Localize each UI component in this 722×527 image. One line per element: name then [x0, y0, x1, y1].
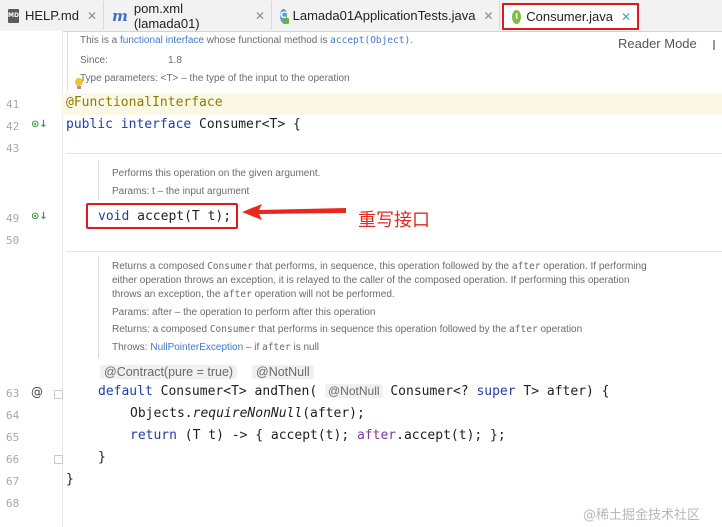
line-number: 68 — [6, 497, 20, 510]
lightbulb-icon[interactable] — [74, 77, 84, 91]
red-arrow-icon — [242, 204, 346, 220]
line-number: 41 — [6, 98, 20, 111]
tab-label: Consumer.java — [526, 9, 613, 24]
andthen-doc-line: Returns a composed Consumer that perform… — [112, 261, 647, 272]
reader-mode-button[interactable]: Reader Mode — [618, 36, 697, 51]
doc-separator — [66, 153, 722, 154]
andthen-doc-params: Params: after – the operation to perform… — [112, 307, 376, 318]
doc-link[interactable]: accept(Object) — [330, 35, 410, 46]
doc-link[interactable]: NullPointerException — [150, 342, 243, 353]
andthen-doc-throws: Throws: NullPointerException – if after … — [112, 342, 320, 353]
line-number: 42 — [6, 120, 20, 133]
tab-help-md[interactable]: MD HELP.md ✕ — [0, 1, 104, 30]
doc-separator — [66, 251, 722, 252]
tab-label: HELP.md — [24, 8, 79, 23]
notnull-inlay-hint[interactable]: @NotNull — [252, 365, 314, 379]
close-icon[interactable]: ✕ — [255, 9, 265, 23]
line-number: 50 — [6, 234, 20, 247]
line-number: 66 — [6, 453, 20, 466]
annotation-gutter-icon[interactable]: @ — [31, 385, 43, 399]
doc-since: Since: 1.8 — [80, 55, 182, 66]
line-number: 63 — [6, 387, 20, 400]
doc-border — [98, 160, 99, 200]
doc-link[interactable]: functional interface — [120, 35, 204, 46]
java-interface-icon: I — [512, 9, 522, 24]
line-number: 67 — [6, 475, 20, 488]
tab-consumer-java[interactable]: I Consumer.java ✕ — [502, 3, 639, 30]
line-number: 49 — [6, 212, 20, 225]
tab-label: pom.xml (lamada01) — [133, 0, 200, 31]
watermark: @稀土掘金技术社区 — [583, 508, 701, 523]
functional-interface-annotation: @FunctionalInterface — [66, 95, 223, 110]
interface-declaration: public interface Consumer<T> { — [66, 117, 301, 132]
tab-label: Lamada01ApplicationTests.java — [292, 8, 476, 23]
doc-description: This is a functional interface whose fun… — [80, 35, 414, 46]
notnull-inlay-hint[interactable]: @NotNull — [325, 384, 383, 398]
tab-application-tests[interactable]: C Lamada01ApplicationTests.java ✕ — [272, 1, 500, 30]
closing-brace: } — [98, 450, 106, 465]
return-lambda-line: return (T t) -> { accept(t); after.accep… — [130, 428, 506, 443]
accept-doc-description: Performs this operation on the given arg… — [112, 168, 321, 179]
fold-marker-icon[interactable] — [54, 390, 63, 399]
accept-doc-params: Params: t – the input argument — [112, 186, 250, 197]
more-options-icon[interactable] — [713, 40, 715, 50]
doc-border — [98, 256, 99, 358]
line-number: 43 — [6, 142, 20, 155]
maven-icon: m — [112, 6, 128, 25]
fold-marker-icon[interactable] — [54, 455, 63, 464]
line-number: 65 — [6, 431, 20, 444]
require-non-null-line: Objects.requireNonNull(after); — [130, 406, 365, 421]
andthen-doc-returns: Returns: a composed Consumer that perfor… — [112, 324, 583, 335]
implemented-by-icon[interactable]: ⊙↓ — [31, 119, 48, 130]
contract-inlay-hint[interactable]: @Contract(pure = true) — [100, 365, 238, 379]
andthen-doc-line: either operation throws an exception, it… — [112, 275, 630, 286]
java-class-icon: C — [280, 8, 289, 24]
tab-pom-xml[interactable]: m pom.xml (lamada01) ✕ — [104, 0, 272, 31]
highlight-box — [86, 203, 238, 229]
close-icon[interactable]: ✕ — [483, 9, 493, 23]
line-number: 64 — [6, 409, 20, 422]
andthen-method-declaration: default Consumer<T> andThen( @NotNull Co… — [98, 384, 610, 399]
implemented-by-icon[interactable]: ⊙↓ — [31, 211, 48, 222]
doc-type-params: Type parameters: <T> – the type of the i… — [80, 73, 350, 84]
doc-border — [67, 31, 68, 91]
close-icon[interactable]: ✕ — [621, 10, 631, 24]
close-icon[interactable]: ✕ — [87, 9, 97, 23]
andthen-doc-line: throws an exception, the after operation… — [112, 289, 395, 300]
annotation-label: 重写接口 — [358, 210, 430, 231]
closing-brace: } — [66, 472, 74, 487]
editor-tab-bar: MD HELP.md ✕ m pom.xml (lamada01) ✕ C La… — [0, 0, 722, 32]
markdown-icon: MD — [8, 8, 19, 23]
